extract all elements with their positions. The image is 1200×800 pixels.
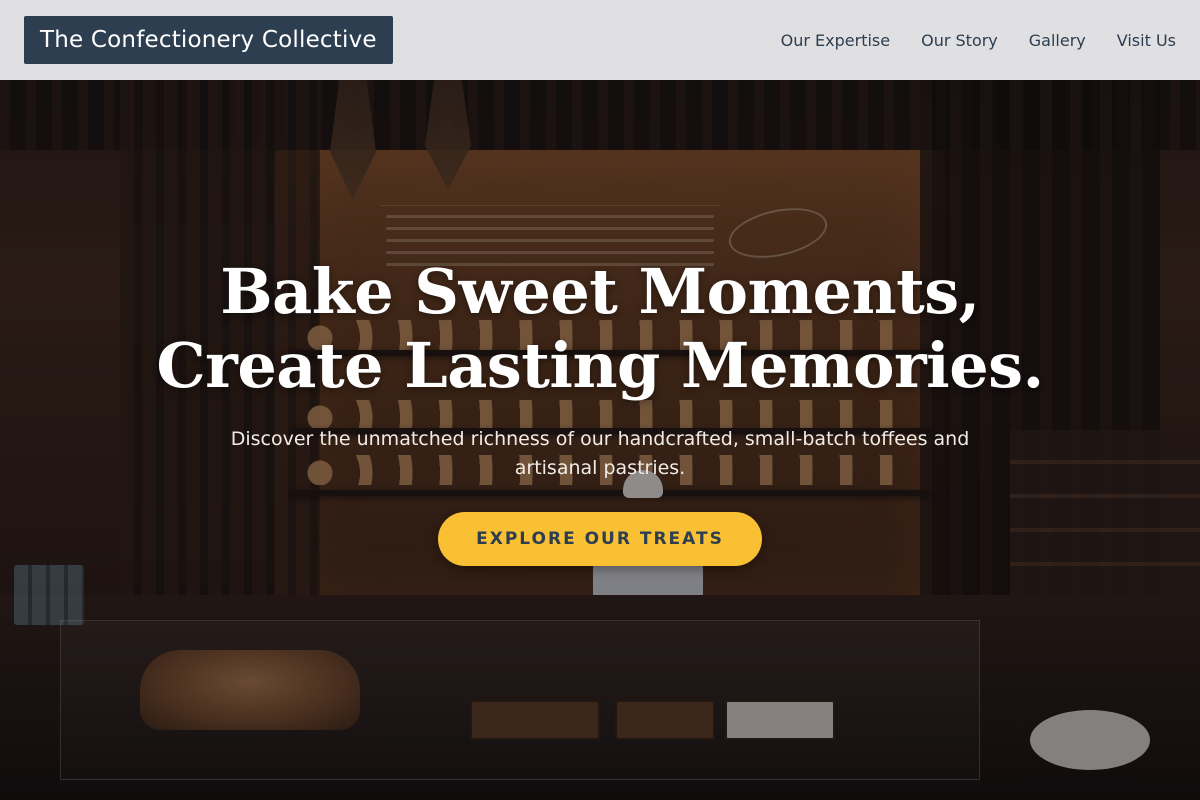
nav-link-gallery[interactable]: Gallery (1029, 31, 1086, 50)
nav-link-our-expertise[interactable]: Our Expertise (781, 31, 890, 50)
hero-title: Bake Sweet Moments, Create Lasting Memor… (0, 255, 1200, 403)
hero-section: Bake Sweet Moments, Create Lasting Memor… (0, 255, 1200, 566)
brand-logo[interactable]: The Confectionery Collective (24, 16, 393, 64)
hero-subtitle: Discover the unmatched richness of our h… (230, 428, 970, 479)
hero-title-line-2: Create Lasting Memories. (156, 329, 1044, 402)
main-nav: Our Expertise Our Story Gallery Visit Us (781, 31, 1176, 50)
site-header: The Confectionery Collective Our Experti… (0, 0, 1200, 80)
explore-treats-button[interactable]: EXPLORE OUR TREATS (438, 512, 762, 566)
hero-title-line-1: Bake Sweet Moments, (220, 255, 980, 328)
nav-link-our-story[interactable]: Our Story (921, 31, 998, 50)
nav-link-visit-us[interactable]: Visit Us (1117, 31, 1176, 50)
